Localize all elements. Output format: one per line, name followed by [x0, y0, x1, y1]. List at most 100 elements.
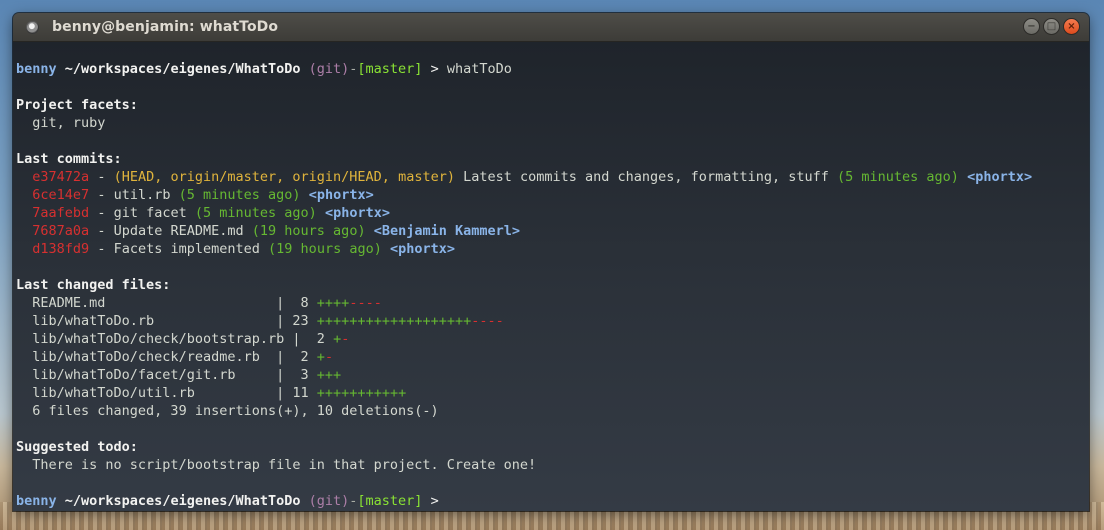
commit-author: <phortx> — [324, 205, 390, 221]
file-change-count: 11 — [292, 385, 309, 401]
window-titlebar[interactable]: benny@benjamin: whatToDo − □ × — [13, 13, 1089, 42]
window-controls: − □ × — [1023, 18, 1080, 35]
commit-time: (5 minutes ago) — [194, 205, 317, 221]
file-change-count: 2 — [292, 349, 309, 365]
commit-hash: 7687a0a — [32, 223, 90, 239]
changed-file-row: lib/whatToDo/check/bootstrap.rb | 2 +- — [16, 330, 1089, 348]
changes-summary: 6 files changed, 39 insertions(+), 10 de… — [32, 403, 439, 419]
commit-time: (19 hours ago) — [251, 223, 366, 239]
commit-row: 6ce14e7 - util.rb (5 minutes ago) <phort… — [16, 186, 1089, 204]
commits-heading: Last commits: — [16, 151, 122, 167]
changed-file-row: README.md | 8 ++++---- — [16, 294, 1089, 312]
facets-list: git, ruby — [32, 115, 106, 131]
changed-file-row: lib/whatToDo/util.rb | 11 +++++++++++ — [16, 384, 1089, 402]
terminal-window: benny@benjamin: whatToDo − □ × benny ~/w… — [13, 13, 1089, 511]
file-insertions: +++++++++++++++++++ — [316, 313, 472, 329]
commit-message: git facet — [113, 205, 187, 221]
file-name: lib/whatToDo/util.rb — [32, 385, 268, 401]
commit-author: <phortx> — [308, 187, 374, 203]
commit-message: Latest commits and changes, formatting, … — [463, 169, 829, 185]
commit-time: (5 minutes ago) — [178, 187, 301, 203]
close-button[interactable]: × — [1063, 18, 1080, 35]
commit-message: util.rb — [113, 187, 171, 203]
file-separator: | — [276, 313, 285, 329]
prompt-line: benny ~/workspaces/eigenes/WhatToDo (git… — [16, 60, 1089, 78]
prompt-path: ~/workspaces/eigenes/WhatToDo — [64, 493, 301, 509]
commit-author: <phortx> — [389, 241, 456, 257]
commit-dash: - — [97, 223, 106, 239]
file-separator: | — [276, 349, 285, 365]
file-name: lib/whatToDo/facet/git.rb — [32, 367, 268, 383]
facets-list-line: git, ruby — [16, 114, 1089, 132]
prompt-user: benny — [16, 61, 57, 77]
close-icon: × — [1067, 20, 1076, 32]
commit-list: e37472a - (HEAD, origin/master, origin/H… — [16, 168, 1089, 258]
commit-hash: d138fd9 — [32, 241, 90, 257]
prompt-branch: [master] — [357, 493, 423, 509]
prompt-user: benny — [16, 493, 57, 509]
window-title: benny@benjamin: whatToDo — [52, 19, 279, 35]
commit-time: (19 hours ago) — [268, 241, 382, 257]
file-insertions: + — [316, 349, 325, 365]
file-name: README.md — [32, 295, 268, 311]
commit-dash: - — [97, 205, 106, 221]
prompt-vcs: (git) — [308, 493, 350, 509]
file-deletions: - — [341, 331, 350, 347]
file-deletions: ---- — [471, 313, 504, 329]
todo-text: There is no script/bootstrap file in tha… — [32, 457, 537, 473]
file-separator: | — [276, 295, 285, 311]
commit-row: 7aafebd - git facet (5 minutes ago) <pho… — [16, 204, 1089, 222]
file-insertions: +++ — [316, 367, 342, 383]
changes-summary-line: 6 files changed, 39 insertions(+), 10 de… — [16, 402, 1089, 420]
prompt-vcs: (git) — [308, 61, 350, 77]
prompt-path: ~/workspaces/eigenes/WhatToDo — [64, 61, 301, 77]
commit-message: Update README.md — [113, 223, 244, 239]
commit-hash: 6ce14e7 — [32, 187, 90, 203]
file-insertions: +++++++++++ — [316, 385, 407, 401]
file-insertions: + — [333, 331, 342, 347]
changed-files-list: README.md | 8 ++++---- lib/whatToDo.rb |… — [16, 294, 1089, 402]
file-change-count: 3 — [292, 367, 309, 383]
commit-message: Facets implemented — [113, 241, 260, 257]
file-change-count: 2 — [308, 331, 325, 347]
terminal-output[interactable]: benny ~/workspaces/eigenes/WhatToDo (git… — [13, 42, 1089, 511]
changed-file-row: lib/whatToDo.rb | 23 +++++++++++++++++++… — [16, 312, 1089, 330]
minimize-button[interactable]: − — [1023, 18, 1040, 35]
file-name: lib/whatToDo/check/bootstrap.rb — [32, 331, 285, 347]
changed-file-row: lib/whatToDo/check/readme.rb | 2 +- — [16, 348, 1089, 366]
file-name: lib/whatToDo.rb — [32, 313, 268, 329]
prompt-branch: [master] — [357, 61, 423, 77]
file-separator: | — [276, 385, 285, 401]
minimize-icon: − — [1027, 20, 1036, 32]
commit-dash: - — [97, 187, 106, 203]
commit-hash: e37472a — [32, 169, 90, 185]
commit-row: e37472a - (HEAD, origin/master, origin/H… — [16, 168, 1089, 186]
file-separator: | — [276, 367, 285, 383]
prompt-symbol: > — [430, 493, 439, 509]
commit-dash: - — [97, 241, 106, 257]
todo-heading: Suggested todo: — [16, 439, 138, 455]
maximize-button[interactable]: □ — [1043, 18, 1060, 35]
facets-heading: Project facets: — [16, 97, 138, 113]
file-change-count: 8 — [292, 295, 309, 311]
file-separator: | — [292, 331, 301, 347]
command-text: whatToDo — [446, 61, 512, 77]
commit-dash: - — [97, 169, 106, 185]
prompt-symbol: > — [430, 61, 439, 77]
commit-author: <phortx> — [967, 169, 1033, 185]
commit-refs: (HEAD, origin/master, origin/HEAD, maste… — [113, 169, 455, 185]
maximize-icon: □ — [1046, 20, 1057, 32]
changes-heading: Last changed files: — [16, 277, 171, 293]
commit-row: 7687a0a - Update README.md (19 hours ago… — [16, 222, 1089, 240]
terminal-app-icon[interactable] — [26, 20, 39, 34]
changed-file-row: lib/whatToDo/facet/git.rb | 3 +++ — [16, 366, 1089, 384]
file-insertions: ++++ — [316, 295, 350, 311]
file-change-count: 23 — [292, 313, 309, 329]
commit-row: d138fd9 - Facets implemented (19 hours a… — [16, 240, 1089, 258]
prompt-line-current[interactable]: benny ~/workspaces/eigenes/WhatToDo (git… — [16, 492, 1089, 510]
